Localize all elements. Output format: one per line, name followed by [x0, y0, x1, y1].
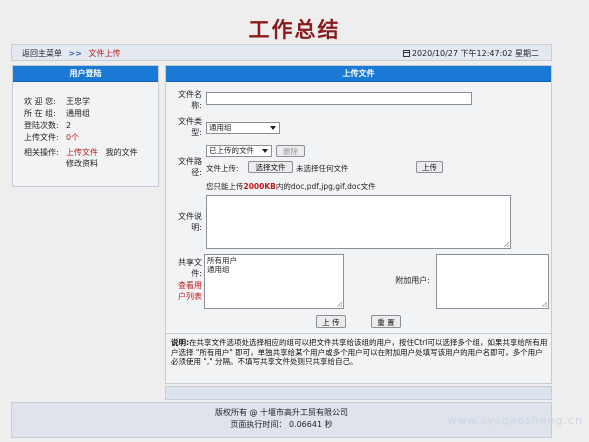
filename-label: 文件名称:: [178, 90, 202, 110]
resize-handle-icon[interactable]: [504, 242, 509, 247]
usage-note: 说明:在共享文件选项处选择相应的组可以把文件共享给该组的用户，按住Ctrl可以选…: [171, 338, 548, 367]
filepath-label: 文件路径:: [178, 157, 202, 177]
add-user-label: 附加用户:: [395, 276, 430, 285]
share-option[interactable]: 所有用户: [207, 256, 341, 265]
watermark: www.sysgaosheng.cn: [447, 414, 583, 427]
reset-button[interactable]: 重 置: [371, 315, 401, 328]
no-file-text: 未选择任何文件: [296, 164, 349, 173]
filename-input[interactable]: [206, 92, 472, 105]
user-info-value: 通用组: [66, 109, 90, 118]
upload-limit-hint: 您只能上传2000KB内的doc,pdf,jpg,gif,doc文件: [206, 182, 376, 191]
edit-profile-link[interactable]: 修改资料: [66, 159, 98, 168]
breadcrumb: 返回主菜单 >> 文件上传: [22, 48, 121, 59]
chevron-down-icon: [262, 149, 268, 153]
share-option[interactable]: 通用组: [207, 265, 341, 274]
user-info-value: 2: [66, 121, 72, 130]
share-groups-listbox[interactable]: 所有用户 通用组: [204, 254, 344, 309]
user-info-key: 所 在 组:: [24, 109, 56, 118]
user-info-value: 王忠学: [66, 97, 90, 106]
datetime-text: 2020/10/27 下午12:47:02 星期二: [411, 49, 539, 58]
choose-file-button[interactable]: 选择文件: [248, 161, 293, 173]
upload-panel: 上传文件 文件名称: 文件类型: 通用组 文件路径: 已上传的文件 删除 文件上…: [165, 65, 552, 384]
filetype-label: 文件类型:: [178, 117, 202, 137]
breadcrumb-separator: >>: [68, 49, 82, 58]
chevron-down-icon: [270, 126, 276, 130]
user-actions-label: 相关操作:: [24, 148, 59, 157]
bottom-strip: [165, 386, 552, 400]
uploaded-files-selected: 已上传的文件: [209, 146, 254, 155]
view-users-link[interactable]: 查看用户列表: [172, 280, 202, 302]
submit-button[interactable]: 上 传: [316, 315, 346, 328]
calendar-icon: [402, 50, 410, 57]
user-info-row: 所 在 组: 通用组: [24, 108, 138, 120]
usage-note-title: 说明:: [171, 338, 189, 347]
user-info-key: 登陆次数:: [24, 121, 59, 130]
user-info-row: 上传文件: 0个: [24, 132, 138, 144]
description-textarea[interactable]: [206, 195, 511, 249]
resize-handle-icon[interactable]: [542, 302, 547, 307]
user-info-table: 欢 迎 您: 王忠学 所 在 组: 通用组 登陆次数: 2 上传文件: 0个 相…: [24, 96, 138, 169]
resize-handle-icon[interactable]: [337, 302, 342, 307]
user-panel-header: 用户登陆: [13, 66, 158, 82]
uploaded-files-select[interactable]: 已上传的文件: [206, 145, 272, 157]
divider: [166, 333, 551, 334]
user-actions-row: 相关操作: 上传文件 我的文件 修改资料: [24, 144, 138, 169]
upload-limit-size: 2000KB: [243, 182, 276, 191]
user-info-key: 上传文件:: [24, 133, 59, 142]
datetime: 2020/10/27 下午12:47:02 星期二: [402, 48, 539, 59]
user-info-key: 欢 迎 您:: [24, 97, 56, 106]
upload-file-link[interactable]: 上传文件: [66, 148, 98, 157]
filetype-selected: 通用组: [209, 123, 232, 132]
page-title: 工作总结: [248, 17, 341, 42]
breadcrumb-current: 文件上传: [88, 49, 121, 58]
usage-note-text: 在共享文件选项处选择相应的组可以把文件共享给该组的用户，按住Ctrl可以选择多个…: [171, 338, 548, 366]
upload-panel-header: 上传文件: [166, 66, 551, 82]
upload-small-button[interactable]: 上传: [416, 161, 443, 173]
add-user-textarea[interactable]: [436, 254, 549, 309]
filetype-select[interactable]: 通用组: [206, 122, 280, 134]
delete-button[interactable]: 删除: [276, 145, 305, 157]
user-info-value: 0个: [66, 133, 80, 142]
top-bar: 返回主菜单 >> 文件上传 2020/10/27 下午12:47:02 星期二: [11, 44, 552, 61]
user-info-row: 登陆次数: 2: [24, 120, 138, 132]
user-info-row: 欢 迎 您: 王忠学: [24, 96, 138, 108]
user-panel: 用户登陆 欢 迎 您: 王忠学 所 在 组: 通用组 登陆次数: 2 上传文件:…: [12, 65, 159, 187]
back-to-menu-link[interactable]: 返回主菜单: [22, 49, 62, 58]
my-files-link[interactable]: 我的文件: [106, 148, 138, 157]
share-label: 共享文件:: [178, 258, 202, 278]
description-label: 文件说明:: [178, 212, 202, 232]
file-upload-label: 文件上传:: [206, 164, 239, 173]
